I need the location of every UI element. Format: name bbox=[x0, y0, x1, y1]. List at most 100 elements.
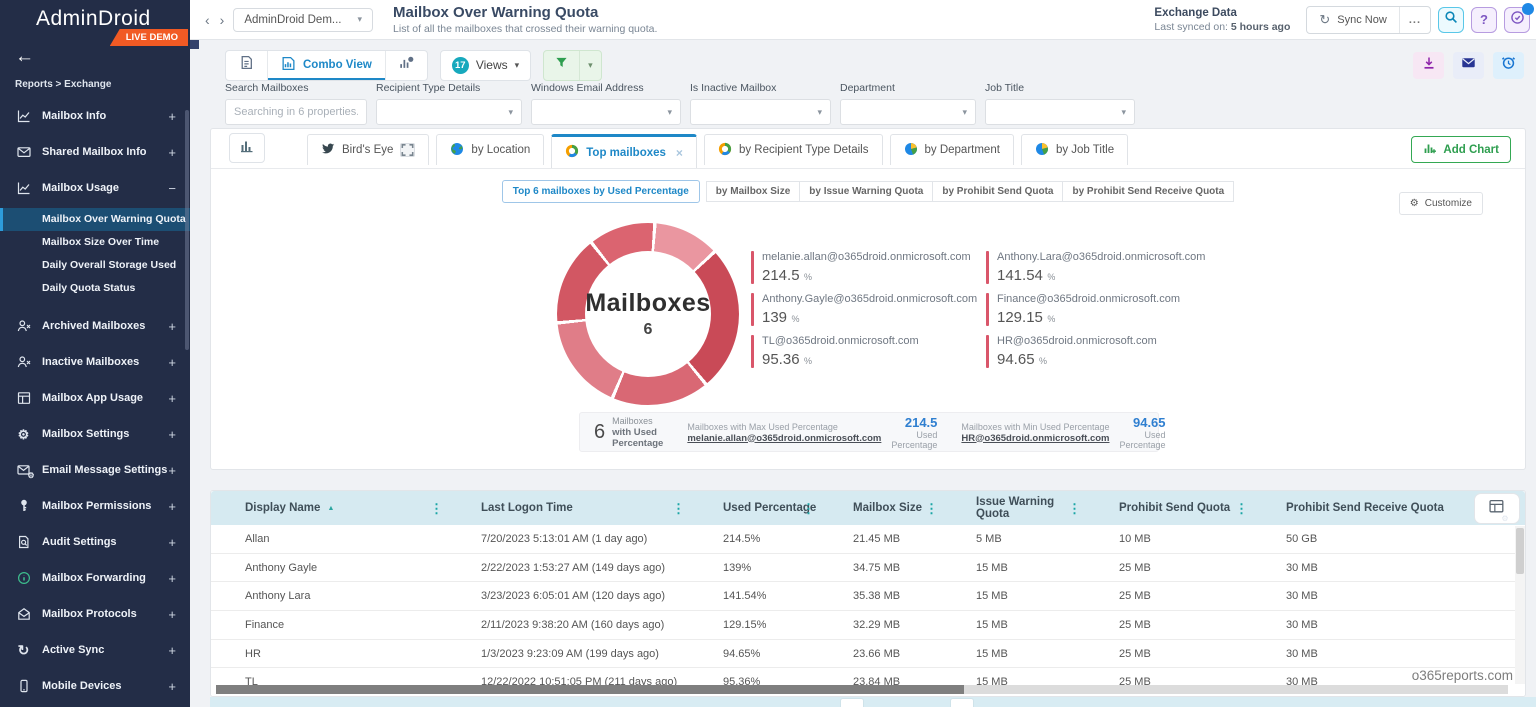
chart-tab-bird-s-eye[interactable]: Bird's Eye bbox=[307, 134, 429, 165]
table-header-cell-display-name[interactable]: Display Name▲⋮ bbox=[211, 491, 447, 525]
column-menu-icon[interactable]: ⋮ bbox=[1235, 501, 1248, 517]
scrollbar-thumb[interactable] bbox=[216, 685, 964, 694]
table-header-cell-used-percentage[interactable]: Used Percentage⋮ bbox=[689, 491, 819, 525]
sidebar-subitem-daily-overall-storage-used[interactable]: Daily Overall Storage Used bbox=[0, 254, 190, 277]
sort-asc-icon[interactable]: ▲ bbox=[327, 505, 334, 512]
expand-toggle[interactable]: + bbox=[168, 391, 176, 406]
legend-entry[interactable]: Finance@o365droid.onmicrosoft.com129.15 … bbox=[986, 293, 1218, 326]
sidebar-item-archived-mailboxes[interactable]: Archived Mailboxes+ bbox=[0, 308, 190, 344]
expand-toggle[interactable]: + bbox=[168, 679, 176, 694]
expand-toggle[interactable]: + bbox=[168, 319, 176, 334]
subtab-by-prohibit-send-quota[interactable]: by Prohibit Send Quota bbox=[932, 181, 1063, 202]
help-button[interactable]: ? bbox=[1471, 7, 1497, 33]
table-row[interactable]: HR1/3/2023 9:23:09 AM (199 days ago)94.6… bbox=[211, 640, 1525, 669]
subtab-by-prohibit-send-receive-quota[interactable]: by Prohibit Send Receive Quota bbox=[1062, 181, 1234, 202]
filter-caret-button[interactable]: ▾ bbox=[579, 51, 601, 80]
filter-select[interactable]: ▾ bbox=[531, 99, 681, 125]
sync-more-button[interactable]: ... bbox=[1399, 7, 1430, 33]
sidebar-item-active-sync[interactable]: ↻Active Sync+ bbox=[0, 632, 190, 668]
expand-toggle[interactable]: + bbox=[168, 427, 176, 442]
chart-tab-by-recipient-type-details[interactable]: by Recipient Type Details bbox=[704, 134, 883, 165]
expand-toggle[interactable]: + bbox=[168, 109, 176, 124]
column-menu-icon[interactable]: ⋮ bbox=[925, 501, 938, 517]
legend-entry[interactable]: Anthony.Lara@o365droid.onmicrosoft.com14… bbox=[986, 251, 1218, 284]
chart-tab-by-department[interactable]: by Department bbox=[890, 134, 1014, 165]
sidebar-item-email-message-settings[interactable]: ⚙Email Message Settings+ bbox=[0, 452, 190, 488]
sidebar-item-mailbox-protocols[interactable]: Mailbox Protocols+ bbox=[0, 596, 190, 632]
chart-tab-by-location[interactable]: by Location bbox=[436, 134, 544, 165]
expand-toggle[interactable]: + bbox=[168, 463, 176, 478]
chart-tab-top-mailboxes[interactable]: Top mailboxes× bbox=[551, 134, 697, 168]
search-input[interactable] bbox=[225, 99, 367, 125]
table-row[interactable]: Anthony Gayle2/22/2023 1:53:27 AM (149 d… bbox=[211, 554, 1525, 583]
filter-select[interactable]: ▾ bbox=[985, 99, 1135, 125]
sidebar-item-inactive-mailboxes[interactable]: Inactive Mailboxes+ bbox=[0, 344, 190, 380]
expand-toggle[interactable]: + bbox=[168, 535, 176, 550]
column-menu-icon[interactable]: ⋮ bbox=[802, 501, 815, 517]
schedule-button[interactable] bbox=[1493, 52, 1524, 79]
expand-toggle[interactable]: + bbox=[168, 571, 176, 586]
column-menu-icon[interactable]: ⋮ bbox=[430, 501, 443, 517]
sidebar-item-mailbox-usage[interactable]: Mailbox Usage− bbox=[0, 170, 190, 206]
horizontal-scrollbar[interactable] bbox=[216, 685, 1508, 694]
column-menu-icon[interactable]: ⋮ bbox=[672, 501, 685, 517]
sidebar-item-audit-settings[interactable]: Audit Settings+ bbox=[0, 524, 190, 560]
expand-icon[interactable] bbox=[400, 143, 415, 157]
legend-entry[interactable]: Anthony.Gayle@o365droid.onmicrosoft.com1… bbox=[751, 293, 983, 326]
grid-view-tab[interactable] bbox=[226, 51, 267, 80]
views-dropdown[interactable]: 17 Views ▾ bbox=[440, 50, 531, 81]
email-button[interactable] bbox=[1453, 52, 1484, 79]
filter-select[interactable]: ▾ bbox=[690, 99, 831, 125]
sidebar-subitem-mailbox-over-warning-quota[interactable]: Mailbox Over Warning Quota bbox=[0, 208, 190, 231]
stat-max-link[interactable]: melanie.allan@o365droid.onmicrosoft.com bbox=[687, 433, 881, 444]
sidebar-item-mailbox-info[interactable]: Mailbox Info+ bbox=[0, 98, 190, 134]
tasks-button[interactable] bbox=[1504, 7, 1530, 33]
export-button[interactable] bbox=[1413, 52, 1444, 79]
chart-view-tab[interactable] bbox=[385, 51, 427, 80]
chart-type-button[interactable] bbox=[229, 133, 265, 163]
subtab-by-issue-warning-quota[interactable]: by Issue Warning Quota bbox=[799, 181, 933, 202]
column-settings-button[interactable]: ⚙ bbox=[1474, 493, 1520, 524]
legend-entry[interactable]: HR@o365droid.onmicrosoft.com94.65 % bbox=[986, 335, 1218, 368]
legend-entry[interactable]: TL@o365droid.onmicrosoft.com95.36 % bbox=[751, 335, 983, 368]
table-header-cell-last-logon-time[interactable]: Last Logon Time⋮ bbox=[447, 491, 689, 525]
sidebar-subitem-mailbox-size-over-time[interactable]: Mailbox Size Over Time bbox=[0, 231, 190, 254]
expand-toggle[interactable]: − bbox=[168, 181, 176, 196]
prev-button[interactable]: ‹ bbox=[200, 12, 215, 28]
expand-toggle[interactable]: + bbox=[168, 499, 176, 514]
vertical-scrollbar[interactable] bbox=[1515, 526, 1525, 684]
donut-chart[interactable]: Mailboxes 6 bbox=[557, 223, 739, 405]
table-row[interactable]: Finance2/11/2023 9:38:20 AM (160 days ag… bbox=[211, 611, 1525, 640]
table-row[interactable]: Allan7/20/2023 5:13:01 AM (1 day ago)214… bbox=[211, 525, 1525, 554]
sidebar-subitem-daily-quota-status[interactable]: Daily Quota Status bbox=[0, 277, 190, 300]
pagination-control[interactable] bbox=[950, 698, 974, 707]
tenant-selector[interactable]: AdminDroid Dem... ▾ bbox=[233, 8, 373, 32]
sync-now-button[interactable]: ↻ Sync Now bbox=[1307, 7, 1398, 33]
filter-select[interactable]: ▾ bbox=[840, 99, 976, 125]
filter-select[interactable]: ▾ bbox=[376, 99, 522, 125]
pagination-control[interactable] bbox=[840, 698, 864, 707]
sidebar-item-shared-mailbox-info[interactable]: Shared Mailbox Info+ bbox=[0, 134, 190, 170]
sidebar-item-mailbox-settings[interactable]: ⚙Mailbox Settings+ bbox=[0, 416, 190, 452]
subtab-by-mailbox-size[interactable]: by Mailbox Size bbox=[706, 181, 800, 202]
table-header-cell-prohibit-send-quota[interactable]: Prohibit Send Quota⋮ bbox=[1085, 491, 1252, 525]
expand-toggle[interactable]: + bbox=[168, 643, 176, 658]
sidebar-item-mailbox-permissions[interactable]: Mailbox Permissions+ bbox=[0, 488, 190, 524]
combo-view-tab[interactable]: Combo View bbox=[267, 51, 385, 80]
sidebar-item-mobile-devices[interactable]: Mobile Devices+ bbox=[0, 668, 190, 704]
global-search-button[interactable] bbox=[1438, 7, 1464, 33]
chart-tab-by-job-title[interactable]: by Job Title bbox=[1021, 134, 1128, 165]
table-row[interactable]: Anthony Lara3/23/2023 6:05:01 AM (120 da… bbox=[211, 582, 1525, 611]
expand-toggle[interactable]: + bbox=[168, 355, 176, 370]
sidebar-scrollbar[interactable] bbox=[185, 110, 189, 350]
subtab-top-6-mailboxes-by-used-percentage[interactable]: Top 6 mailboxes by Used Percentage bbox=[502, 180, 700, 203]
add-chart-button[interactable]: Add Chart bbox=[1411, 136, 1511, 163]
legend-entry[interactable]: melanie.allan@o365droid.onmicrosoft.com2… bbox=[751, 251, 983, 284]
customize-button[interactable]: ⚙ Customize bbox=[1399, 192, 1483, 215]
sidebar-item-mailbox-forwarding[interactable]: Mailbox Forwarding+ bbox=[0, 560, 190, 596]
expand-toggle[interactable]: + bbox=[168, 145, 176, 160]
filter-funnel-button[interactable] bbox=[544, 51, 579, 80]
close-icon[interactable]: × bbox=[676, 146, 683, 160]
scrollbar-thumb[interactable] bbox=[1516, 528, 1524, 574]
sidebar-item-mailbox-app-usage[interactable]: Mailbox App Usage+ bbox=[0, 380, 190, 416]
